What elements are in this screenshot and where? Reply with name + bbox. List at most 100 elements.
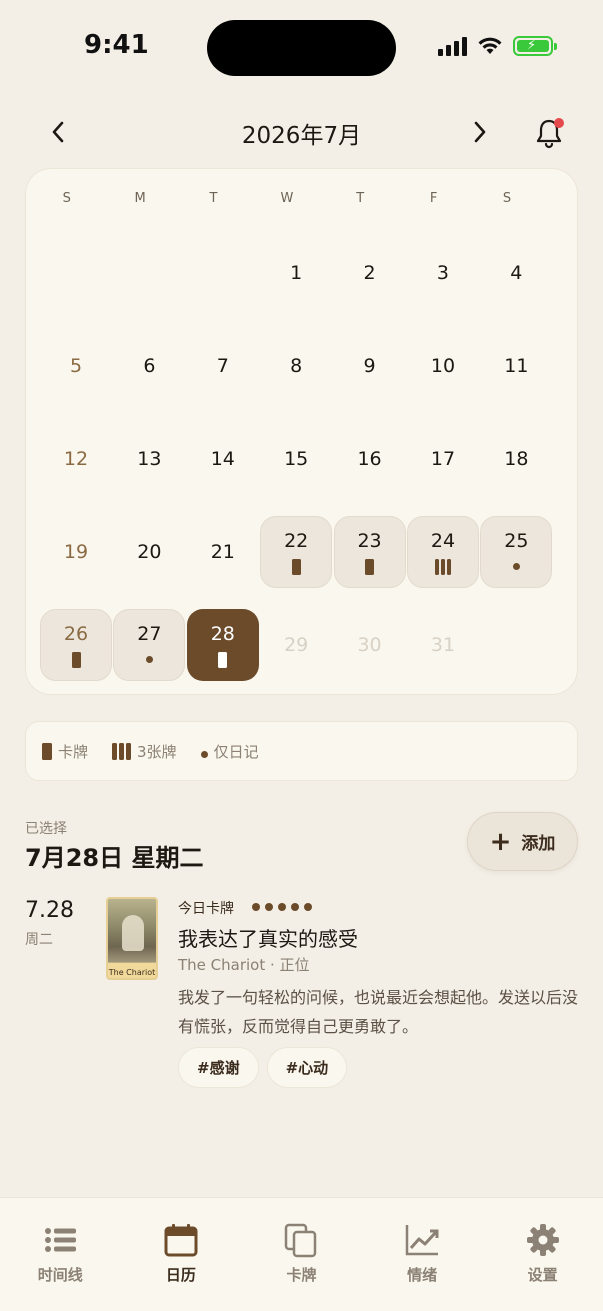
weekday-label: F [429, 191, 438, 206]
day-number: 24 [430, 529, 456, 552]
calendar-day[interactable]: 5 [40, 330, 112, 402]
day-number: 5 [69, 355, 83, 377]
calendar-day[interactable]: 19 [40, 516, 112, 588]
wifi-icon [478, 37, 502, 54]
calendar-day[interactable]: 17 [407, 423, 479, 495]
card-marker-icon [291, 558, 301, 575]
tag-list: #感谢 #心动 [178, 1047, 348, 1088]
diary-marker-icon [512, 559, 520, 575]
calendar-day[interactable]: 13 [113, 423, 185, 495]
cards-icon [285, 1223, 317, 1258]
calendar-day-selected[interactable]: 28 [186, 609, 259, 681]
calendar-day[interactable]: 2 [334, 237, 406, 309]
calendar-grid: 1 2 3 4 5 6 7 8 9 10 11 12 13 14 15 16 17 18 19 20 21 22 23 24 2… [40, 227, 554, 692]
rating-dot [278, 903, 286, 911]
calendar-day[interactable]: 18 [480, 423, 552, 495]
next-month-button[interactable] [460, 112, 500, 152]
calendar-day[interactable]: 6 [113, 330, 185, 402]
add-button-label: 添加 [521, 834, 556, 854]
tab-bar: 时间线 日历 卡牌 情绪 设置 [0, 1197, 603, 1311]
day-number: 29 [284, 634, 309, 656]
diary-marker-icon [200, 750, 208, 758]
calendar-day[interactable]: 24 [406, 516, 479, 588]
list-icon [45, 1228, 77, 1252]
calendar-day[interactable]: 25 [480, 516, 553, 588]
gear-icon [526, 1224, 559, 1256]
day-number: 7 [216, 355, 229, 377]
entry-weekday: 周二 [25, 932, 53, 948]
day-number: 20 [137, 541, 162, 563]
calendar-day[interactable]: 15 [260, 423, 332, 495]
tab-cards-label: 卡牌 [286, 1266, 317, 1284]
tab-timeline[interactable]: 时间线 [0, 1198, 121, 1311]
three-cards-marker-icon [434, 558, 451, 575]
day-number: 9 [363, 355, 376, 377]
chart-icon [405, 1225, 439, 1256]
calendar-day[interactable]: 16 [334, 423, 406, 495]
tag-chip[interactable]: #感谢 [178, 1047, 259, 1088]
calendar-day[interactable]: 3 [407, 237, 479, 309]
entry-body: 我发了一句轻松的问候，也说最近会想起他。发送以后没有慌张，反而觉得自己更勇敢了。 [178, 988, 579, 1036]
notification-dot [554, 118, 564, 128]
day-number: 10 [430, 355, 456, 377]
day-number: 2 [363, 262, 376, 284]
rating-dots [252, 899, 312, 911]
tab-settings[interactable]: 设置 [482, 1198, 603, 1311]
calendar-day[interactable]: 26 [40, 609, 112, 681]
add-button[interactable]: + 添加 [467, 812, 578, 871]
calendar-day[interactable]: 23 [333, 516, 406, 588]
tab-calendar-label: 日历 [165, 1266, 196, 1284]
rating-dot [252, 903, 260, 911]
day-number: 18 [504, 448, 529, 470]
calendar-day[interactable]: 20 [113, 516, 185, 588]
day-number: 30 [357, 634, 382, 656]
calendar-day[interactable]: 12 [40, 423, 112, 495]
legend-diary-label: 仅日记 [213, 742, 259, 761]
legend-card: 卡牌 [42, 741, 88, 762]
legend-diary: 仅日记 [200, 741, 259, 762]
calendar-day: 30 [334, 609, 406, 681]
tab-timeline-label: 时间线 [37, 1266, 83, 1284]
tab-calendar[interactable]: 日历 [121, 1198, 242, 1311]
signal-icon [438, 36, 467, 56]
calendar-day[interactable]: 21 [187, 516, 259, 588]
tag-chip[interactable]: #心动 [266, 1047, 348, 1088]
calendar-day[interactable]: 14 [187, 423, 259, 495]
dynamic-island [207, 20, 396, 76]
calendar-day[interactable]: 9 [334, 330, 406, 402]
tab-mood[interactable]: 情绪 [362, 1198, 483, 1311]
chevron-right-icon [474, 121, 486, 143]
day-number: 17 [430, 448, 456, 470]
weekday-label: S [62, 191, 71, 206]
bell-icon [536, 119, 562, 149]
calendar-day[interactable]: 4 [480, 237, 552, 309]
calendar-day[interactable]: 8 [260, 330, 332, 402]
day-number: 3 [436, 262, 449, 284]
rating-dot [265, 903, 273, 911]
calendar-day[interactable]: 10 [407, 330, 479, 402]
calendar-card: SMTWTFS 1 2 3 4 5 6 7 8 9 10 11 12 13 14 15 16 17 18 19 20 2… [25, 168, 578, 695]
legend-card-label: 卡牌 [58, 742, 89, 761]
calendar-day[interactable]: 11 [480, 330, 552, 402]
day-number: 6 [143, 355, 156, 377]
tab-mood-label: 情绪 [407, 1266, 438, 1284]
calendar-day: 29 [260, 609, 332, 681]
day-number: 26 [63, 622, 89, 645]
day-number: 11 [504, 355, 529, 377]
day-number: 15 [284, 448, 309, 470]
battery-icon: ⚡ [513, 36, 557, 56]
tab-cards[interactable]: 卡牌 [241, 1198, 362, 1311]
card-marker-icon [42, 742, 52, 760]
tarot-card-thumbnail[interactable]: The Chariot [106, 897, 158, 980]
card-marker-icon [71, 651, 81, 668]
entry-title[interactable]: 我表达了真实的感受 [178, 923, 358, 952]
calendar-day[interactable]: 22 [260, 516, 333, 588]
day-number: 28 [210, 622, 235, 645]
calendar-day[interactable]: 7 [187, 330, 259, 402]
calendar-day[interactable]: 27 [113, 609, 186, 681]
status-icons: ⚡ [438, 36, 557, 56]
notifications-button[interactable] [528, 112, 570, 154]
weekday-header: SMTWTFS [30, 191, 544, 206]
day-number: 23 [357, 529, 382, 552]
calendar-day[interactable]: 1 [260, 237, 332, 309]
